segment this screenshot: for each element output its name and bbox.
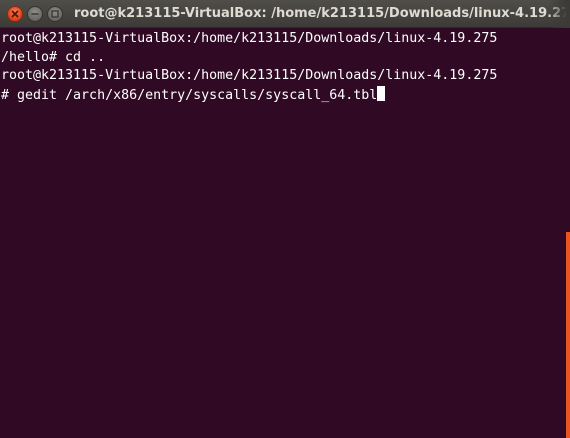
terminal-line: root@k213115-VirtualBox:/home/k213115/Do… <box>1 68 498 83</box>
minimize-icon <box>31 13 39 15</box>
maximize-button[interactable] <box>47 6 63 22</box>
terminal-output[interactable]: root@k213115-VirtualBox:/home/k213115/Do… <box>0 28 566 438</box>
title-bar[interactable]: root@k213115-VirtualBox: /home/k213115/D… <box>0 0 570 28</box>
window-title: root@k213115-VirtualBox: /home/k213115/D… <box>74 6 570 21</box>
maximize-icon <box>51 10 59 18</box>
close-icon <box>11 10 19 18</box>
terminal-line: /hello# cd .. <box>1 49 106 65</box>
window-title-container: root@k213115-VirtualBox: /home/k213115/D… <box>68 0 570 28</box>
terminal-window: root@k213115-VirtualBox: /home/k213115/D… <box>0 0 570 438</box>
minimize-button[interactable] <box>27 6 43 22</box>
text-cursor <box>377 85 386 101</box>
title-fade <box>548 0 570 28</box>
scrollbar[interactable] <box>566 232 570 438</box>
terminal-line: root@k213115-VirtualBox:/home/k213115/Do… <box>1 31 498 46</box>
terminal-command: # gedit /arch/x86/entry/syscalls/syscall… <box>1 87 378 103</box>
terminal-command-line[interactable]: # gedit /arch/x86/entry/syscalls/syscall… <box>1 85 566 105</box>
close-button[interactable] <box>7 6 23 22</box>
